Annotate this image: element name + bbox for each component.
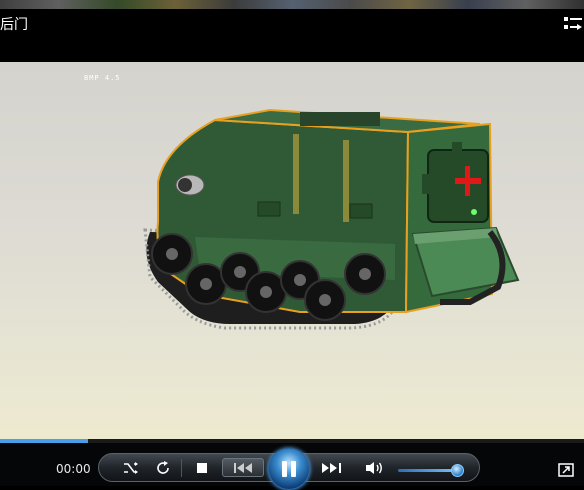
fullscreen-icon[interactable] — [558, 463, 574, 477]
next-icon[interactable] — [321, 462, 343, 474]
thumbnail-strip — [0, 0, 584, 9]
title-bar: 后门 — [0, 0, 584, 62]
playlist-icon[interactable] — [564, 16, 582, 32]
previous-icon — [234, 463, 252, 473]
elapsed-time: 00:00 — [56, 462, 91, 476]
shuffle-icon[interactable] — [123, 460, 139, 476]
volume-icon[interactable] — [365, 461, 385, 475]
pause-icon — [282, 461, 296, 477]
previous-button[interactable] — [222, 458, 264, 477]
stop-icon[interactable] — [196, 462, 208, 474]
divider — [181, 459, 182, 477]
vehicle-render — [143, 108, 520, 330]
repeat-icon[interactable] — [155, 460, 171, 476]
control-bar: 00:00 — [0, 443, 584, 490]
volume-thumb[interactable] — [450, 464, 464, 477]
video-title: 后门 — [0, 17, 28, 33]
play-pause-button[interactable] — [268, 448, 310, 490]
video-area[interactable]: BMP 4.5 — [0, 62, 584, 439]
